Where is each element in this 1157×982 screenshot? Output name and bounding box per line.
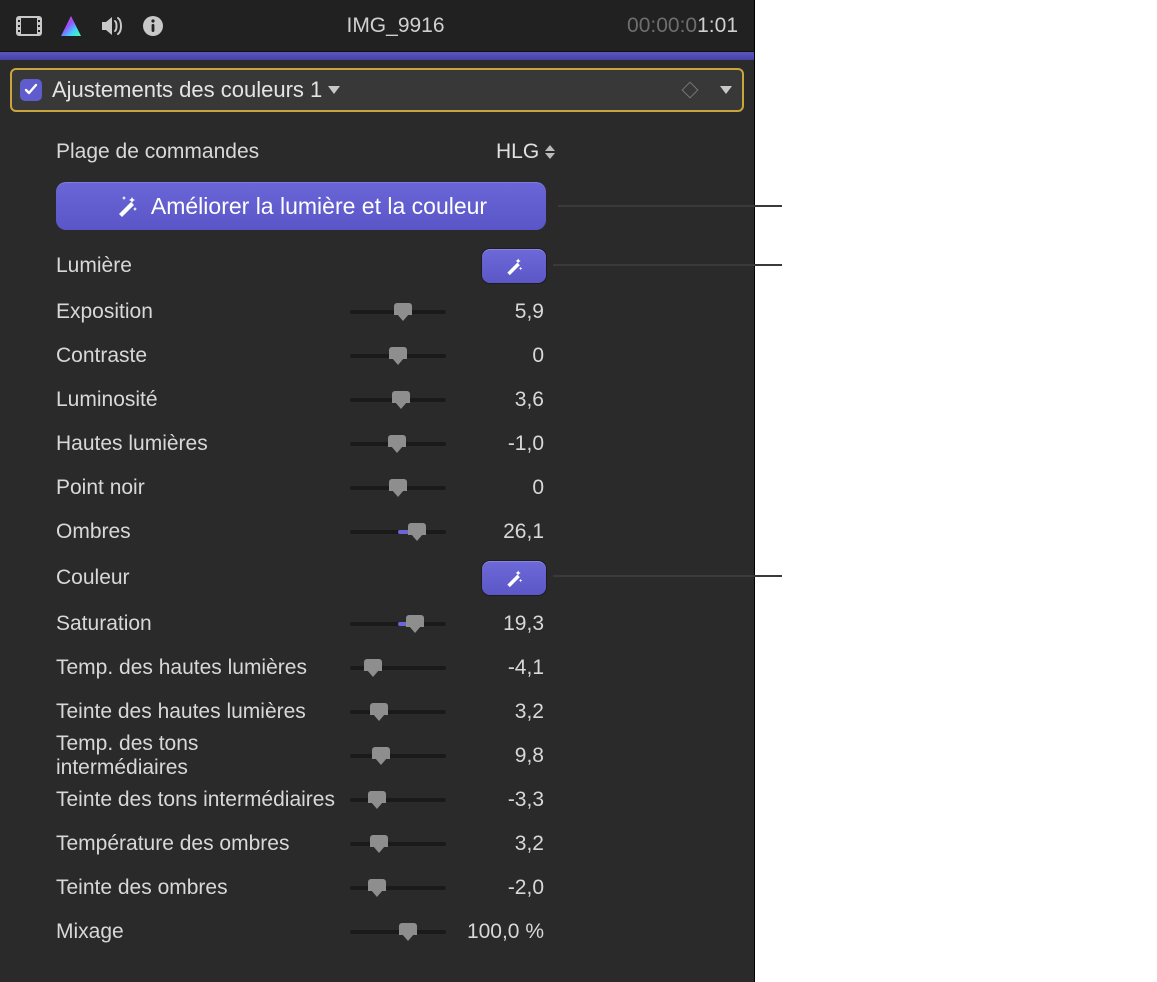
enhance-button-label: Améliorer la lumière et la couleur (151, 193, 487, 220)
light-param-value[interactable]: 0 (446, 476, 546, 500)
color-param-slider[interactable] (350, 834, 446, 854)
range-row: Plage de commandes HLG (56, 130, 734, 174)
light-auto-button[interactable] (482, 249, 546, 283)
light-param-row: Point noir 0 (56, 466, 734, 510)
color-param-slider[interactable] (350, 702, 446, 722)
color-param-row: Teinte des hautes lumières 3,2 (56, 690, 734, 734)
color-param-row: Saturation 19,3 (56, 602, 734, 646)
color-param-slider[interactable] (350, 658, 446, 678)
timecode-suffix: 1:01 (697, 14, 738, 37)
color-param-value[interactable]: 3,2 (446, 700, 546, 724)
light-param-row: Exposition 5,9 (56, 290, 734, 334)
light-param-row: Contraste 0 (56, 334, 734, 378)
inspector-tabs (16, 15, 164, 37)
color-param-label: Temp. des tons intermédiaires (56, 732, 336, 780)
light-param-value[interactable]: 0 (446, 344, 546, 368)
range-label: Plage de commandes (56, 140, 446, 164)
color-section-header: Couleur (56, 556, 734, 600)
light-param-slider[interactable] (350, 478, 446, 498)
color-param-label: Température des ombres (56, 832, 336, 856)
color-auto-button[interactable] (482, 561, 546, 595)
effect-menu-chevron-icon[interactable] (720, 86, 732, 94)
light-param-slider[interactable] (350, 522, 446, 542)
color-param-value[interactable]: 3,2 (446, 832, 546, 856)
callout-line (553, 575, 782, 577)
video-tab-icon[interactable] (16, 16, 42, 36)
color-param-label: Teinte des hautes lumières (56, 700, 336, 724)
effect-color-strip (0, 52, 754, 60)
timecode-prefix: 00:00:0 (627, 14, 697, 37)
color-param-value[interactable]: -2,0 (446, 876, 546, 900)
light-param-row: Hautes lumières -1,0 (56, 422, 734, 466)
light-param-row: Ombres 26,1 (56, 510, 734, 554)
light-param-row: Luminosité 3,6 (56, 378, 734, 422)
callout-line (558, 205, 782, 207)
color-param-slider[interactable] (350, 878, 446, 898)
color-param-row: Température des ombres 3,2 (56, 822, 734, 866)
light-section-header: Lumière (56, 244, 734, 288)
light-param-value[interactable]: -1,0 (446, 432, 546, 456)
inspector-topbar: IMG_9916 00:00:01:01 (0, 0, 754, 52)
keyframe-diamond-icon[interactable] (682, 82, 699, 99)
color-param-value[interactable]: 9,8 (446, 744, 546, 768)
color-param-value[interactable]: -4,1 (446, 656, 546, 680)
range-value: HLG (496, 140, 539, 164)
inspector-panel: IMG_9916 00:00:01:01 Ajustements des cou… (0, 0, 755, 982)
mix-value[interactable]: 100,0 % (446, 920, 546, 944)
mix-slider[interactable] (350, 922, 446, 942)
effect-name[interactable]: Ajustements des couleurs 1 (52, 77, 340, 103)
light-param-slider[interactable] (350, 302, 446, 322)
color-param-row: Teinte des tons intermédiaires -3,3 (56, 778, 734, 822)
light-section-label: Lumière (56, 254, 436, 278)
light-param-label: Point noir (56, 476, 336, 500)
light-param-label: Exposition (56, 300, 336, 324)
color-param-slider[interactable] (350, 614, 446, 634)
clip-title: IMG_9916 (164, 14, 627, 38)
mix-label: Mixage (56, 920, 336, 944)
color-section-label: Couleur (56, 566, 436, 590)
info-tab-icon[interactable] (142, 15, 164, 37)
color-param-row: Temp. des hautes lumières -4,1 (56, 646, 734, 690)
color-tab-icon[interactable] (60, 15, 82, 37)
stepper-icon (545, 145, 555, 159)
color-param-label: Temp. des hautes lumières (56, 656, 336, 680)
color-param-slider[interactable] (350, 746, 446, 766)
effect-header[interactable]: Ajustements des couleurs 1 (10, 68, 744, 112)
light-param-label: Luminosité (56, 388, 336, 412)
range-select[interactable]: HLG (496, 140, 555, 164)
color-param-value[interactable]: -3,3 (446, 788, 546, 812)
light-param-value[interactable]: 3,6 (446, 388, 546, 412)
chevron-down-icon (328, 86, 340, 94)
color-param-slider[interactable] (350, 790, 446, 810)
light-param-slider[interactable] (350, 434, 446, 454)
timecode: 00:00:01:01 (627, 14, 738, 38)
effect-enable-checkbox[interactable] (20, 79, 42, 101)
mix-row: Mixage 100,0 % (56, 910, 734, 954)
color-param-label: Teinte des tons intermédiaires (56, 788, 336, 812)
color-param-row: Teinte des ombres -2,0 (56, 866, 734, 910)
callout-line (553, 264, 782, 266)
effect-name-label: Ajustements des couleurs 1 (52, 77, 322, 103)
inspector-content: Plage de commandes HLG Améliorer la lumi… (0, 126, 754, 954)
color-param-value[interactable]: 19,3 (446, 612, 546, 636)
color-param-label: Teinte des ombres (56, 876, 336, 900)
light-param-value[interactable]: 26,1 (446, 520, 546, 544)
light-param-slider[interactable] (350, 346, 446, 366)
audio-tab-icon[interactable] (100, 15, 124, 37)
light-param-label: Hautes lumières (56, 432, 336, 456)
light-param-value[interactable]: 5,9 (446, 300, 546, 324)
light-param-label: Ombres (56, 520, 336, 544)
light-param-label: Contraste (56, 344, 336, 368)
light-param-slider[interactable] (350, 390, 446, 410)
color-param-row: Temp. des tons intermédiaires 9,8 (56, 734, 734, 778)
enhance-light-color-button[interactable]: Améliorer la lumière et la couleur (56, 182, 546, 230)
color-param-label: Saturation (56, 612, 336, 636)
